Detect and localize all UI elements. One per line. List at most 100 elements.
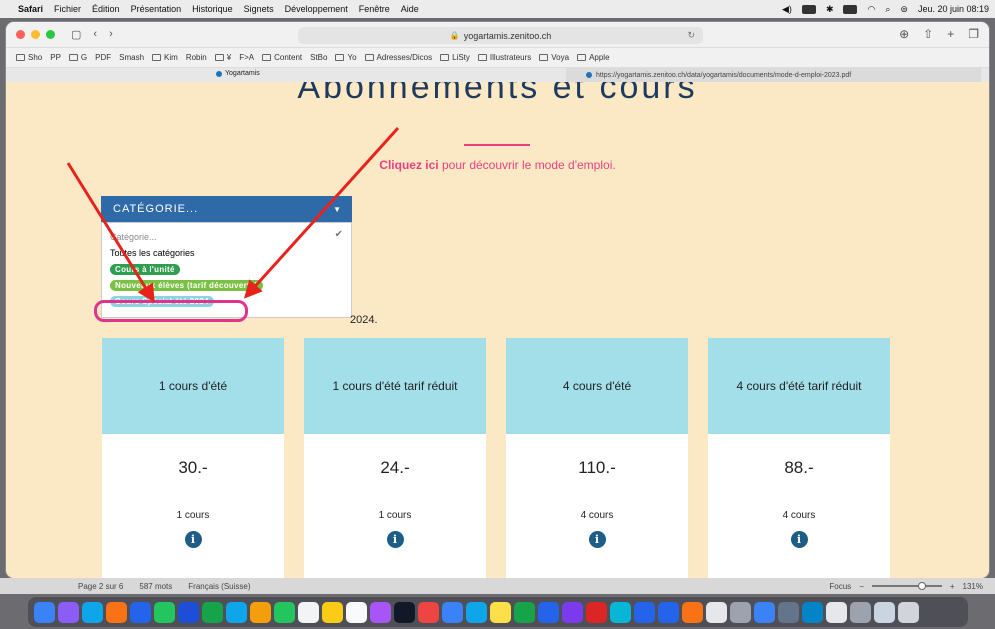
powerpoint-icon[interactable] bbox=[586, 601, 607, 623]
menu-item-presentation[interactable]: Présentation bbox=[131, 4, 182, 14]
menu-item-historique[interactable]: Historique bbox=[192, 4, 233, 14]
new-tab-icon[interactable]: + bbox=[947, 27, 954, 41]
help-icon[interactable] bbox=[850, 601, 871, 623]
zoom-out-icon[interactable]: − bbox=[859, 582, 864, 591]
control-center-icon[interactable]: ⊜ bbox=[900, 4, 908, 15]
bookmark-0[interactable]: Sho bbox=[16, 53, 42, 62]
option-nouveaux-eleves[interactable]: Nouveaux élèves (tarif découverte) bbox=[110, 277, 343, 293]
option-cours-unite[interactable]: Cours à l'unité bbox=[110, 261, 343, 277]
keyboard-icon[interactable] bbox=[801, 4, 816, 14]
facetime-icon[interactable] bbox=[274, 601, 295, 623]
bookmark-16[interactable]: Apple bbox=[577, 53, 610, 62]
spotlight-icon[interactable]: ⌕ bbox=[885, 4, 890, 15]
bookmark-13[interactable]: LiSty bbox=[440, 53, 470, 62]
launchpad-icon[interactable] bbox=[58, 601, 79, 623]
word-icon[interactable] bbox=[634, 601, 655, 623]
canva-icon[interactable] bbox=[610, 601, 631, 623]
menu-item-safari[interactable]: Safari bbox=[18, 4, 43, 14]
bookmark-4[interactable]: Smash bbox=[119, 53, 144, 62]
bookmark-1[interactable]: PP bbox=[50, 53, 61, 62]
clock[interactable]: Jeu. 20 juin 08:19 bbox=[918, 4, 989, 14]
mail-icon[interactable] bbox=[130, 601, 151, 623]
bluetooth-app-icon[interactable] bbox=[754, 601, 775, 623]
document-icon[interactable] bbox=[826, 601, 847, 623]
app-icon[interactable] bbox=[226, 601, 247, 623]
messages-icon[interactable] bbox=[154, 601, 175, 623]
bookmark-6[interactable]: Robin bbox=[186, 53, 207, 62]
wifi-icon[interactable]: ◠ bbox=[867, 4, 875, 15]
mode-emploi-link[interactable]: Cliquez ici pour découvrir le mode d'emp… bbox=[6, 158, 989, 172]
app-icon[interactable] bbox=[490, 601, 511, 623]
bookmark-5[interactable]: Kim bbox=[152, 53, 178, 62]
bookmark-9[interactable]: Content bbox=[262, 53, 302, 62]
forward-icon[interactable]: › bbox=[109, 28, 113, 41]
notes-icon[interactable] bbox=[322, 601, 343, 623]
bookmark-7[interactable]: ¥ bbox=[214, 53, 231, 62]
battery-icon[interactable] bbox=[843, 4, 858, 14]
share-icon[interactable]: ⇧ bbox=[923, 27, 933, 41]
onenote-icon[interactable] bbox=[562, 601, 583, 623]
app-icon[interactable] bbox=[466, 601, 487, 623]
zoom-slider[interactable] bbox=[871, 582, 942, 590]
word-count[interactable]: 587 mots bbox=[139, 582, 172, 591]
download-icon[interactable]: ⊕ bbox=[899, 27, 909, 41]
info-icon[interactable]: i bbox=[790, 531, 808, 548]
menu-item-developpement[interactable]: Développement bbox=[285, 4, 348, 14]
app-icon[interactable] bbox=[682, 601, 703, 623]
back-icon[interactable]: ‹ bbox=[93, 28, 97, 41]
address-bar[interactable]: 🔒 yogartamis.zenitoo.ch ↻ bbox=[298, 27, 703, 44]
option-placeholder[interactable]: Catégorie... bbox=[110, 229, 343, 245]
zoom-app-icon[interactable] bbox=[658, 601, 679, 623]
option-all[interactable]: Toutes les catégories bbox=[110, 245, 343, 261]
reload-icon[interactable]: ↻ bbox=[687, 30, 695, 41]
minimize-window-button[interactable] bbox=[31, 30, 40, 39]
zoom-in-icon[interactable]: + bbox=[950, 582, 955, 591]
app-icon[interactable] bbox=[178, 601, 199, 623]
pricing-card[interactable]: 4 cours d'été tarif réduit 88.- 4 cours … bbox=[708, 338, 890, 578]
focus-button[interactable]: Focus bbox=[829, 582, 851, 591]
menu-item-edition[interactable]: Édition bbox=[92, 4, 120, 14]
calendar-icon[interactable] bbox=[298, 601, 319, 623]
menu-item-signets[interactable]: Signets bbox=[244, 4, 274, 14]
bookmark-12[interactable]: Adresses/Dicos bbox=[364, 53, 432, 62]
numbers-icon[interactable] bbox=[514, 601, 535, 623]
app-store-icon[interactable] bbox=[442, 601, 463, 623]
bookmark-10[interactable]: StBo bbox=[310, 53, 327, 62]
bookmark-2[interactable]: G bbox=[68, 53, 87, 62]
bookmark-3[interactable]: PDF bbox=[95, 53, 111, 62]
calculator-icon[interactable] bbox=[706, 601, 727, 623]
volume-icon[interactable]: ◀︎) bbox=[782, 4, 792, 15]
zoom-slider-knob[interactable] bbox=[917, 582, 926, 590]
pricing-card[interactable]: 4 cours d'été 110.- 4 cours i bbox=[506, 338, 688, 578]
tab-pdf[interactable]: https://yogartamis.zenitoo.ch/data/yogar… bbox=[566, 68, 981, 82]
menu-item-fichier[interactable]: Fichier bbox=[54, 4, 81, 14]
podcasts-icon[interactable] bbox=[370, 601, 391, 623]
photos-icon[interactable] bbox=[250, 601, 271, 623]
finder-window-icon[interactable] bbox=[874, 601, 895, 623]
bookmark-14[interactable]: Illustrateurs bbox=[477, 53, 531, 62]
finder-icon[interactable] bbox=[34, 601, 55, 623]
bookmark-11[interactable]: Yo bbox=[335, 53, 357, 62]
close-window-button[interactable] bbox=[16, 30, 25, 39]
trash-icon[interactable] bbox=[898, 601, 919, 623]
keynote-icon[interactable] bbox=[538, 601, 559, 623]
reminders-icon[interactable] bbox=[346, 601, 367, 623]
firefox-icon[interactable] bbox=[106, 601, 127, 623]
safari-icon[interactable] bbox=[82, 601, 103, 623]
sidebar-icon[interactable]: ▢ bbox=[71, 28, 81, 41]
pricing-card[interactable]: 1 cours d'été tarif réduit 24.- 1 cours … bbox=[304, 338, 486, 578]
app-icon[interactable] bbox=[202, 601, 223, 623]
zoom-window-button[interactable] bbox=[46, 30, 55, 39]
info-icon[interactable]: i bbox=[588, 531, 606, 548]
page-indicator[interactable]: Page 2 sur 6 bbox=[78, 582, 123, 591]
info-icon[interactable]: i bbox=[386, 531, 404, 548]
tab-yogartamis[interactable]: Yogartamis bbox=[216, 70, 260, 77]
menu-item-fenetre[interactable]: Fenêtre bbox=[359, 4, 390, 14]
info-icon[interactable]: i bbox=[184, 531, 202, 548]
help-icon[interactable] bbox=[730, 601, 751, 623]
category-select[interactable]: CATÉGORIE... ▼ bbox=[101, 196, 352, 222]
bookmark-15[interactable]: Voya bbox=[539, 53, 569, 62]
tabs-overview-icon[interactable]: ❐ bbox=[968, 27, 979, 41]
pricing-card[interactable]: 1 cours d'été 30.- 1 cours i bbox=[102, 338, 284, 578]
language-indicator[interactable]: Français (Suisse) bbox=[188, 582, 250, 591]
